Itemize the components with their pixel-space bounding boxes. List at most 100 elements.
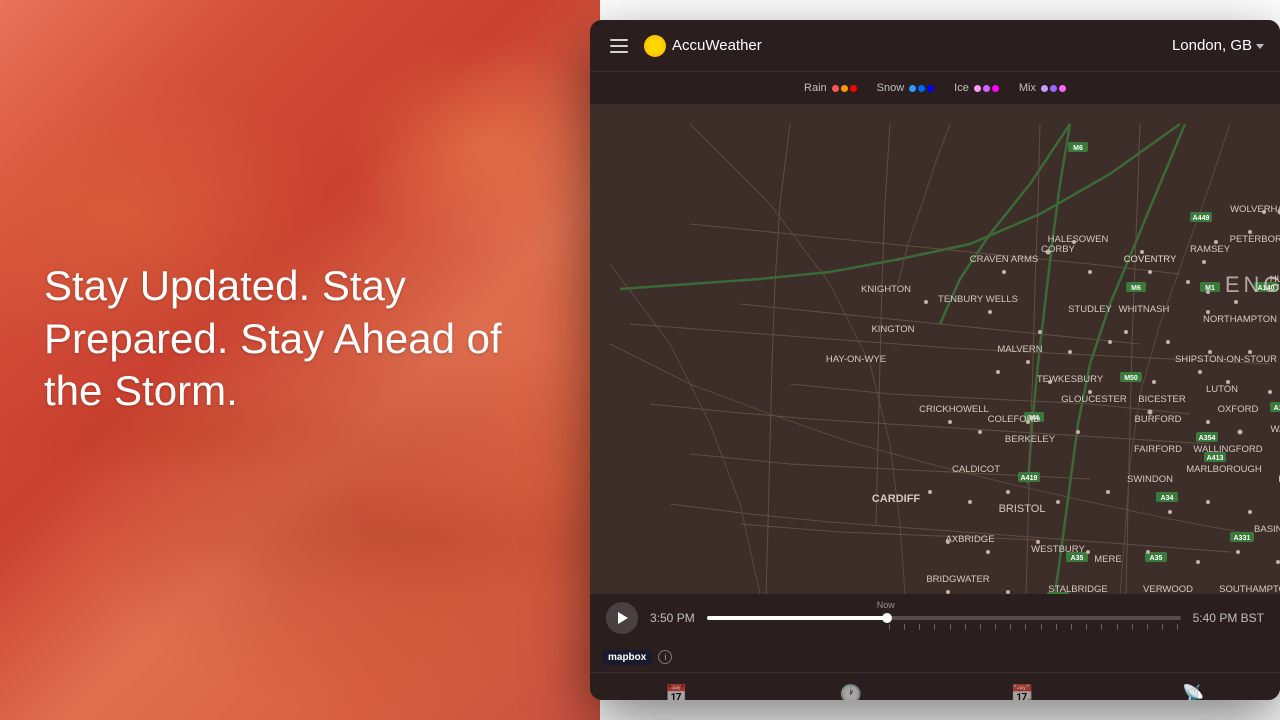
svg-text:BURFORD: BURFORD bbox=[1135, 414, 1182, 425]
svg-text:BERKELEY: BERKELEY bbox=[1005, 434, 1056, 445]
svg-text:OXFORD: OXFORD bbox=[1218, 404, 1259, 415]
tick-marks bbox=[887, 624, 1181, 630]
hamburger-menu-button[interactable] bbox=[606, 35, 632, 57]
ice-dot-3 bbox=[992, 85, 999, 92]
svg-text:AXBRIDGE: AXBRIDGE bbox=[945, 534, 994, 545]
svg-text:BICESTER: BICESTER bbox=[1138, 394, 1186, 405]
svg-text:CALDICOT: CALDICOT bbox=[952, 464, 1000, 475]
svg-text:HAY-ON-WYE: HAY-ON-WYE bbox=[826, 354, 886, 365]
rain-dot-3 bbox=[850, 85, 857, 92]
svg-text:COVENTRY: COVENTRY bbox=[1124, 254, 1177, 265]
nav-item-daily[interactable]: 📆 Daily bbox=[990, 681, 1054, 700]
svg-text:MALVERN: MALVERN bbox=[997, 344, 1042, 355]
svg-text:KINGTON: KINGTON bbox=[871, 324, 914, 335]
ice-label: Ice bbox=[954, 82, 969, 94]
ice-dot-1 bbox=[974, 85, 981, 92]
england-map-svg: A449 M1 M50 A419 M6 M4 M1 M6 A35 A35 bbox=[590, 104, 1280, 594]
svg-text:TENBURY WELLS: TENBURY WELLS bbox=[938, 294, 1018, 305]
svg-text:CRICKHOWELL: CRICKHOWELL bbox=[919, 404, 989, 415]
svg-text:BRIDGWATER: BRIDGWATER bbox=[926, 574, 989, 585]
tick-16 bbox=[1117, 624, 1118, 630]
svg-text:CARDIFF: CARDIFF bbox=[872, 493, 921, 505]
app-header: AccuWeather London, GB bbox=[590, 20, 1280, 72]
tick-1 bbox=[889, 624, 890, 630]
timeline-progress bbox=[707, 616, 887, 620]
mix-label: Mix bbox=[1019, 82, 1036, 94]
svg-text:A35: A35 bbox=[1071, 555, 1084, 562]
mapbox-credit-bar: mapbox i bbox=[590, 642, 1280, 672]
tagline: Stay Updated. Stay Prepared. Stay Ahead … bbox=[44, 260, 514, 418]
svg-text:M6: M6 bbox=[1073, 145, 1083, 152]
snow-dot-1 bbox=[909, 85, 916, 92]
nav-item-today[interactable]: 📅 Today bbox=[642, 681, 711, 700]
snow-dots bbox=[909, 85, 934, 92]
timeline-track[interactable]: Now bbox=[707, 616, 1181, 620]
play-button[interactable] bbox=[606, 602, 638, 634]
daily-icon: 📆 bbox=[1011, 685, 1033, 700]
rain-dots bbox=[832, 85, 857, 92]
svg-text:PETERBOROUGH: PETERBOROUGH bbox=[1230, 234, 1280, 245]
timeline-bar: 3:50 PM Now bbox=[590, 594, 1280, 642]
legend-bar: Rain Snow Ice Mix bbox=[590, 72, 1280, 104]
app-logo: AccuWeather bbox=[644, 35, 762, 57]
snow-dot-3 bbox=[927, 85, 934, 92]
app-window: AccuWeather London, GB Rain Snow bbox=[590, 20, 1280, 700]
tick-12 bbox=[1056, 624, 1057, 630]
chevron-down-icon bbox=[1256, 44, 1264, 49]
nav-item-radar[interactable]: 📡 Radar bbox=[1158, 681, 1228, 700]
mix-dots bbox=[1041, 85, 1066, 92]
tick-5 bbox=[950, 624, 951, 630]
nav-item-hourly[interactable]: 🕐 Hourly bbox=[815, 681, 887, 700]
tick-14 bbox=[1086, 624, 1087, 630]
svg-text:CORBY: CORBY bbox=[1041, 244, 1075, 255]
legend-snow: Snow bbox=[877, 82, 935, 94]
svg-text:A449: A449 bbox=[1193, 215, 1210, 222]
svg-text:RAMSEY: RAMSEY bbox=[1190, 244, 1231, 255]
ice-dots bbox=[974, 85, 999, 92]
radar-icon: 📡 bbox=[1182, 685, 1204, 700]
tick-10 bbox=[1025, 624, 1026, 630]
tick-8 bbox=[995, 624, 996, 630]
tick-3 bbox=[919, 624, 920, 630]
svg-text:WATFORD: WATFORD bbox=[1271, 424, 1280, 435]
svg-text:CRAVEN ARMS: CRAVEN ARMS bbox=[970, 254, 1038, 265]
mix-dot-3 bbox=[1059, 85, 1066, 92]
svg-text:ENGLAND: ENGLAND bbox=[1225, 272, 1280, 297]
timeline-thumb[interactable] bbox=[882, 613, 892, 623]
tick-11 bbox=[1041, 624, 1042, 630]
tick-18 bbox=[1147, 624, 1148, 630]
bottom-nav: 📅 Today 🕐 Hourly 📆 Daily 📡 Radar bbox=[590, 672, 1280, 700]
svg-text:BRISTOL: BRISTOL bbox=[999, 503, 1046, 515]
svg-text:HALESOWEN: HALESOWEN bbox=[1048, 234, 1109, 245]
header-left: AccuWeather bbox=[606, 35, 762, 57]
svg-text:TEWKESBURY: TEWKESBURY bbox=[1037, 374, 1104, 385]
hourly-icon: 🕐 bbox=[839, 685, 861, 700]
snow-label: Snow bbox=[877, 82, 905, 94]
location-selector[interactable]: London, GB bbox=[1172, 37, 1264, 54]
legend-rain: Rain bbox=[804, 82, 857, 94]
app-title: AccuWeather bbox=[672, 37, 762, 54]
svg-text:M50: M50 bbox=[1124, 375, 1138, 382]
svg-text:M6: M6 bbox=[1131, 285, 1141, 292]
info-button[interactable]: i bbox=[658, 650, 672, 664]
mapbox-logo: mapbox bbox=[602, 650, 652, 665]
svg-text:A419: A419 bbox=[1021, 475, 1038, 482]
svg-text:KNIGHTON: KNIGHTON bbox=[861, 284, 911, 295]
map-area[interactable]: A449 M1 M50 A419 M6 M4 M1 M6 A35 A35 bbox=[590, 104, 1280, 594]
tick-19 bbox=[1162, 624, 1163, 630]
svg-text:COLEFORD: COLEFORD bbox=[988, 414, 1041, 425]
svg-text:GLOUCESTER: GLOUCESTER bbox=[1061, 394, 1127, 405]
legend-ice: Ice bbox=[954, 82, 999, 94]
tick-17 bbox=[1132, 624, 1133, 630]
svg-text:A120: A120 bbox=[1274, 405, 1280, 412]
rain-dot-1 bbox=[832, 85, 839, 92]
svg-text:LUTON: LUTON bbox=[1206, 384, 1238, 395]
svg-text:FAIRFORD: FAIRFORD bbox=[1134, 444, 1182, 455]
location-label: London, GB bbox=[1172, 37, 1252, 54]
tick-13 bbox=[1071, 624, 1072, 630]
mix-dot-1 bbox=[1041, 85, 1048, 92]
svg-text:SHIPSTON-ON-STOUR: SHIPSTON-ON-STOUR bbox=[1175, 354, 1277, 365]
today-icon: 📅 bbox=[665, 685, 687, 700]
legend-mix: Mix bbox=[1019, 82, 1066, 94]
svg-text:WESTBURY: WESTBURY bbox=[1031, 544, 1085, 555]
